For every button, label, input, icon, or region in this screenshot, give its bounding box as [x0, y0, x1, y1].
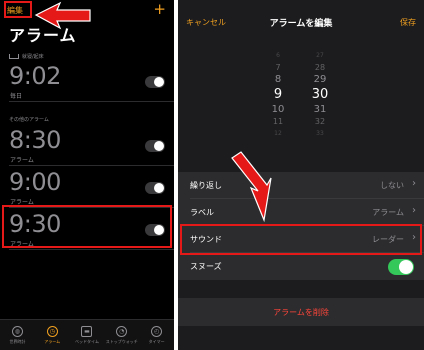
edit-alarm-screen: キャンセル アラームを編集 保存 6 7 8 9 10 11 12 27 28 …	[178, 0, 424, 350]
navigation-bar: キャンセル アラームを編集 保存	[178, 0, 424, 46]
picker-hour: 12	[274, 130, 282, 137]
tab-world-clock[interactable]: ◍ 世界時計	[0, 320, 35, 350]
annotation-highlight-sound	[180, 224, 422, 255]
tab-bar: ◍ 世界時計 ◷ アラーム ▬ ベッドタイム ◔ ストップウォッチ ◴ タイマー	[0, 319, 174, 350]
label-label: ラベル	[190, 208, 214, 217]
picker-hour: 11	[272, 117, 284, 126]
alarm-list-screen: 編集 + アラーム 就寝/起床 9:02 毎日 その他のアラーム 8:30 アラ…	[0, 0, 174, 350]
picker-minute: 28	[314, 63, 326, 72]
tab-label: ストップウォッチ	[105, 338, 138, 344]
picker-minute: 29	[313, 74, 327, 85]
tab-alarm[interactable]: ◷ アラーム	[35, 320, 70, 350]
tab-label: 世界時計	[9, 338, 26, 344]
alarm-row-bedtime[interactable]: 9:02 毎日	[0, 58, 174, 102]
picker-minute: 27	[316, 52, 324, 59]
alarm-toggle[interactable]	[145, 140, 165, 152]
picker-hour-selected: 9	[273, 87, 283, 102]
bed-icon: ▬	[81, 325, 93, 337]
timer-icon: ◴	[151, 325, 163, 337]
add-alarm-button[interactable]: +	[153, 1, 166, 17]
globe-icon: ◍	[11, 325, 23, 337]
alarm-row[interactable]: 8:30 アラーム	[0, 122, 174, 166]
chevron-right-icon: ›	[412, 205, 416, 216]
picker-hour: 10	[271, 104, 285, 115]
alarm-time: 8:30	[9, 126, 61, 154]
picker-minute-selected: 30	[311, 87, 329, 102]
alarm-clock-icon: ◷	[46, 325, 58, 337]
tab-timer[interactable]: ◴ タイマー	[139, 320, 174, 350]
minute-wheel[interactable]: 27 28 29 30 31 32 33	[300, 50, 340, 140]
picker-minute: 32	[314, 117, 326, 126]
tab-bedtime[interactable]: ▬ ベッドタイム	[70, 320, 105, 350]
annotation-highlight-alarm	[2, 205, 172, 248]
picker-hour: 6	[276, 52, 280, 59]
tab-label: タイマー	[148, 338, 165, 344]
alarm-toggle[interactable]	[145, 182, 165, 194]
snooze-label: スヌーズ	[190, 262, 222, 271]
alarm-row[interactable]: 9:00 アラーム	[0, 164, 174, 208]
annotation-highlight-edit	[4, 1, 32, 18]
page-title: アラームを編集	[269, 19, 333, 29]
tab-stopwatch[interactable]: ◔ ストップウォッチ	[104, 320, 139, 350]
alarm-time: 9:02	[9, 62, 61, 90]
alarm-time: 9:00	[9, 168, 61, 196]
delete-alarm-button[interactable]: アラームを削除	[178, 298, 424, 326]
picker-minute: 31	[313, 104, 327, 115]
alarm-toggle[interactable]	[145, 76, 165, 88]
picker-minute: 33	[316, 130, 324, 137]
snooze-row: スヌーズ	[178, 253, 424, 280]
repeat-label: 繰り返し	[190, 181, 222, 190]
stopwatch-icon: ◔	[116, 325, 128, 337]
tab-label: アラーム	[44, 338, 61, 344]
time-picker[interactable]: 6 7 8 9 10 11 12 27 28 29 30 31 32 33	[178, 50, 424, 158]
label-row[interactable]: ラベル アラーム ›	[178, 199, 424, 226]
tab-label: ベッドタイム	[75, 338, 99, 344]
picker-hour: 7	[275, 63, 281, 72]
repeat-value: しない	[380, 181, 404, 190]
page-title: アラーム	[9, 26, 77, 45]
alarm-subtitle: アラーム	[10, 157, 34, 164]
snooze-toggle[interactable]	[388, 259, 414, 275]
chevron-right-icon: ›	[412, 178, 416, 189]
hour-wheel[interactable]: 6 7 8 9 10 11 12	[258, 50, 298, 140]
repeat-row[interactable]: 繰り返し しない ›	[178, 172, 424, 199]
alarm-subtitle: 毎日	[10, 93, 23, 100]
label-value: アラーム	[372, 208, 404, 217]
save-button[interactable]: 保存	[400, 17, 416, 28]
picker-hour: 8	[274, 74, 282, 85]
delete-alarm-label: アラームを削除	[273, 308, 329, 317]
